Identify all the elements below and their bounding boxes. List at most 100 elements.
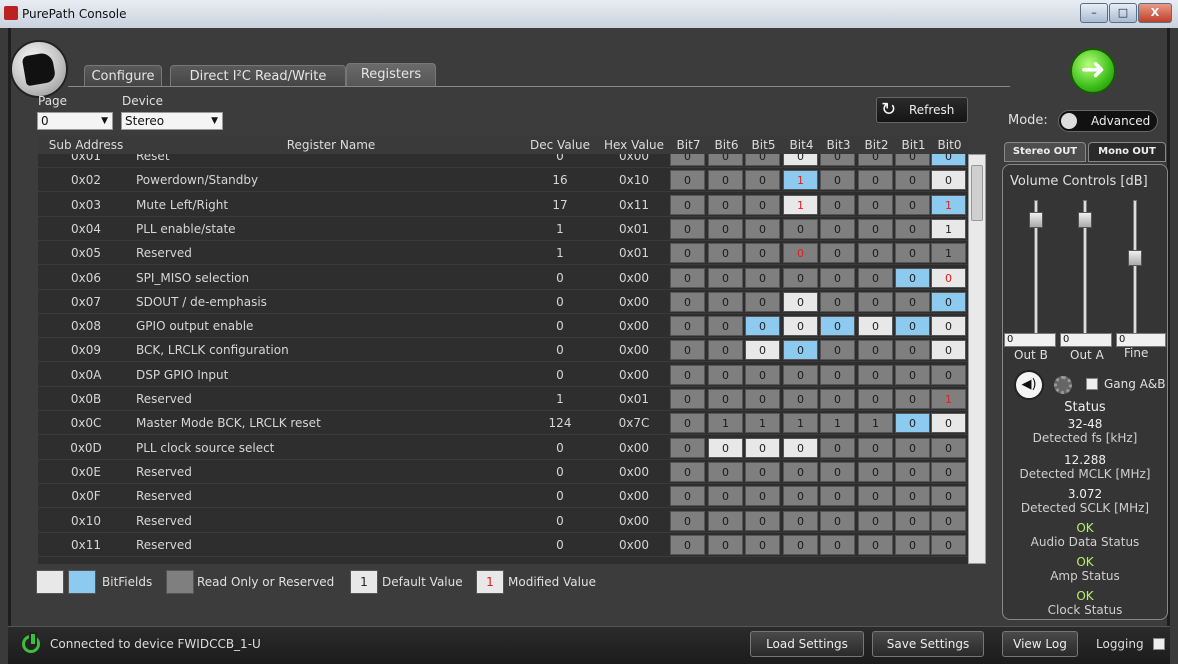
table-row[interactable]: 0x0B Reserved 1 0x01 0 0 0 0 0 0 0 1 (38, 387, 968, 411)
bit-cell[interactable]: 0 (820, 316, 855, 337)
tab-registers[interactable]: Registers (346, 63, 436, 87)
maximize-button[interactable]: □ (1109, 3, 1137, 23)
bit-cell[interactable]: 0 (708, 437, 743, 458)
save-settings-button[interactable]: Save Settings (872, 631, 984, 657)
bit-cell[interactable]: 0 (745, 340, 780, 361)
tab-divider (68, 86, 1010, 87)
table-row[interactable]: 0x0E Reserved 0 0x00 0 0 0 0 0 0 0 0 (38, 460, 968, 484)
register-name-cell: PLL clock source select (136, 440, 275, 455)
bit-cell: 0 (783, 534, 818, 555)
gear-icon[interactable] (1054, 376, 1072, 394)
bit-cell[interactable]: 0 (783, 316, 818, 337)
table-row[interactable]: 0x02 Powerdown/Standby 16 0x10 0 0 0 1 0 0 0 0 (38, 168, 968, 193)
bit-cell[interactable]: 0 (931, 291, 966, 312)
legend-modified-sample: 1 (476, 570, 504, 594)
bit-cell[interactable]: 1 (931, 194, 966, 215)
page-select[interactable]: 0 ▼ (37, 112, 113, 130)
table-row[interactable]: 0x0D PLL clock source select 0 0x00 0 0 0 0 0 0 0 0 (38, 436, 968, 460)
register-name-cell: Reserved (136, 392, 192, 406)
mode-toggle[interactable]: Advanced (1058, 110, 1158, 132)
view-log-button[interactable]: View Log (1002, 631, 1078, 657)
out-b-spinbox[interactable]: 0 (1004, 333, 1056, 347)
minimize-button[interactable]: – (1080, 3, 1108, 23)
table-row[interactable]: 0x08 GPIO output enable 0 0x00 0 0 0 0 0 0 0 0 (38, 314, 968, 339)
bit-cell: 0 (820, 364, 855, 385)
bit-cell[interactable]: 0 (931, 413, 966, 434)
sub-address-cell: 0x0A (70, 367, 102, 382)
bit-cell[interactable]: 0 (783, 437, 818, 458)
table-row[interactable]: 0x03 Mute Left/Right 17 0x11 0 0 0 1 0 0 0 1 (38, 193, 968, 217)
col-register-name: Register Name (286, 138, 376, 152)
bit-cell[interactable]: 0 (895, 267, 930, 288)
dec-value-cell: 0 (556, 464, 564, 479)
table-row[interactable]: 0x11 Reserved 0 0x00 0 0 0 0 0 0 0 0 (38, 533, 968, 557)
sub-address-cell: 0x10 (70, 513, 101, 528)
slider-out-b-thumb[interactable] (1029, 212, 1043, 228)
table-row[interactable]: 0x09 BCK, LRCLK configuration 0 0x00 0 0 0 0 0 0 0… (38, 338, 968, 363)
slider-out-a-thumb[interactable] (1078, 212, 1092, 228)
load-settings-button[interactable]: Load Settings (750, 631, 864, 657)
bit-cell[interactable]: 0 (931, 170, 966, 191)
close-button[interactable]: X (1138, 3, 1172, 23)
go-arrow-button[interactable]: ➜ (1070, 48, 1116, 94)
table-scrollbar[interactable] (968, 154, 986, 564)
slider-fine-thumb[interactable] (1128, 250, 1142, 266)
table-row[interactable]: 0x10 Reserved 0 0x00 0 0 0 0 0 0 0 0 (38, 509, 968, 533)
bit-cell[interactable]: 0 (931, 340, 966, 361)
bit-cell[interactable]: 0 (895, 413, 930, 434)
sub-address-cell: 0x04 (70, 221, 101, 236)
table-row[interactable]: 0x04 PLL enable/state 1 0x01 0 0 0 0 0 0 0 1 (38, 217, 968, 241)
bit-cell: 1 (745, 413, 780, 434)
bit-cell[interactable]: 0 (931, 154, 966, 166)
bit-cell[interactable]: 1 (783, 194, 818, 215)
slider-fine-track[interactable] (1133, 200, 1137, 340)
speaker-icon[interactable]: ◀) (1014, 370, 1044, 400)
sub-address-cell: 0x01 (70, 154, 101, 163)
bit-cell[interactable]: 0 (931, 267, 966, 288)
bit-cell[interactable]: 0 (858, 316, 893, 337)
audio-status-value: OK (1076, 521, 1094, 535)
tab-mono-out[interactable]: Mono OUT (1088, 142, 1166, 162)
table-row[interactable]: 0x06 SPI_MISO selection 0 0x00 0 0 0 0 0 0 0 0 (38, 266, 968, 290)
bit-cell[interactable]: 0 (745, 316, 780, 337)
col-sub-address: Sub Address (48, 138, 124, 152)
hex-value-cell: 0x00 (618, 319, 649, 334)
bit-cell[interactable]: 0 (745, 437, 780, 458)
gang-checkbox[interactable] (1086, 378, 1098, 390)
bit-cell[interactable]: 1 (783, 170, 818, 191)
tab-stereo-out[interactable]: Stereo OUT (1004, 142, 1086, 162)
bit-cell: 0 (858, 291, 893, 312)
table-row[interactable]: 0x01 Reset 0 0x00 0 0 0 0 0 0 0 0 (38, 154, 968, 168)
bit-cell[interactable]: 0 (783, 291, 818, 312)
register-name-cell: Reserved (136, 464, 192, 479)
out-a-spinbox[interactable]: 0 (1060, 333, 1112, 347)
tab-configure[interactable]: Configure (84, 65, 162, 87)
bit-cell[interactable]: 1 (931, 218, 966, 239)
device-label: Device (122, 94, 164, 108)
bit-cell: 0 (895, 218, 930, 239)
fine-spinbox[interactable]: 0 (1116, 333, 1166, 347)
bit-cell: 0 (708, 267, 743, 288)
device-select[interactable]: Stereo ▼ (121, 112, 223, 130)
scrollbar-thumb[interactable] (971, 165, 983, 221)
refresh-label: Refresh (909, 103, 955, 117)
col-bit7: Bit7 (676, 138, 701, 152)
table-row[interactable]: 0x07 SDOUT / de-emphasis 0 0x00 0 0 0 0 0 0 0 0 (38, 290, 968, 314)
bit-cell: 0 (783, 461, 818, 482)
tab-direct-i2c[interactable]: Direct I²C Read/Write (170, 65, 346, 87)
table-row[interactable]: 0x0C Master Mode BCK, LRCLK reset 124 0x7C 0… (38, 411, 968, 436)
bit-cell: 0 (931, 510, 966, 531)
table-row[interactable]: 0x05 Reserved 1 0x01 0 0 0 0 0 0 0 1 (38, 241, 968, 266)
table-row[interactable]: 0x0F Reserved 0 0x00 0 0 0 0 0 0 0 0 (38, 484, 968, 509)
bit-cell[interactable]: 0 (783, 154, 818, 166)
bit-cell[interactable]: 0 (783, 340, 818, 361)
bit-cell: 0 (820, 154, 855, 166)
bit-cell[interactable]: 0 (931, 316, 966, 337)
table-row[interactable]: 0x0A DSP GPIO Input 0 0x00 0 0 0 0 0 0 0 0 (38, 363, 968, 387)
logging-checkbox[interactable] (1153, 638, 1165, 650)
refresh-button[interactable]: ↻ Refresh (876, 97, 968, 123)
bit-cell: 0 (895, 340, 930, 361)
sub-address-cell: 0x0C (70, 416, 102, 431)
bit-cell: 0 (745, 510, 780, 531)
bit-cell[interactable]: 0 (895, 316, 930, 337)
